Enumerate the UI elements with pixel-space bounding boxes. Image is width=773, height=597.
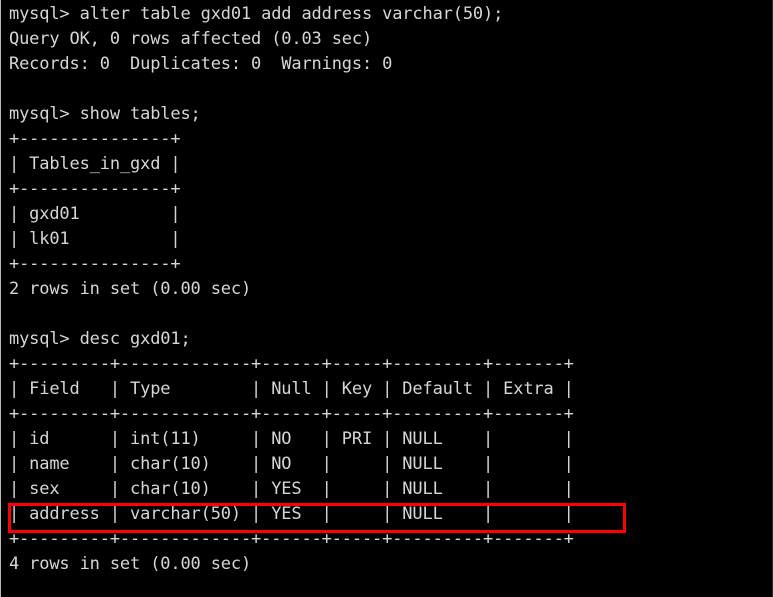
terminal-line-tables-border-mid: +---------------+: [9, 179, 181, 199]
terminal-line-desc-row-address: | address | varchar(50) | YES | | NULL |…: [9, 504, 574, 524]
terminal-line-desc-row-id: | id | int(11) | NO | PRI | NULL | |: [9, 429, 574, 449]
terminal-line-desc-border-mid: +---------+-------------+------+-----+--…: [9, 404, 574, 424]
terminal-line-tables-row-lk01: | lk01 |: [9, 229, 181, 249]
terminal-line-desc-rowcount: 4 rows in set (0.00 sec): [9, 554, 252, 574]
terminal-line-desc-row-name: | name | char(10) | NO | | NULL | |: [9, 454, 574, 474]
terminal-line-blank-1: [9, 77, 772, 102]
terminal-line-tables-header: | Tables_in_gxd |: [9, 154, 181, 174]
terminal-line-tables-border-top: +---------------+: [9, 129, 181, 149]
terminal-line-desc-border-bottom: +---------+-------------+------+-----+--…: [9, 529, 574, 549]
terminal-line-command-show-tables: mysql> show tables;: [9, 104, 201, 124]
terminal-line-tables-row-gxd01: | gxd01 |: [9, 204, 181, 224]
terminal-line-tables-rowcount: 2 rows in set (0.00 sec): [9, 279, 252, 299]
terminal-window[interactable]: mysql> alter table gxd01 add address var…: [0, 0, 773, 597]
terminal-line-query-ok: Query OK, 0 rows affected (0.03 sec): [9, 29, 373, 49]
terminal-line-records-summary: Records: 0 Duplicates: 0 Warnings: 0: [9, 54, 393, 74]
terminal-line-desc-row-sex: | sex | char(10) | YES | | NULL | |: [9, 479, 574, 499]
terminal-line-command-alter: mysql> alter table gxd01 add address var…: [9, 4, 504, 24]
terminal-line-desc-header: | Field | Type | Null | Key | Default | …: [9, 379, 574, 399]
terminal-line-blank-2: [9, 302, 772, 327]
terminal-line-tables-border-bottom: +---------------+: [9, 254, 181, 274]
terminal-line-command-desc: mysql> desc gxd01;: [9, 329, 191, 349]
terminal-line-desc-border-top: +---------+-------------+------+-----+--…: [9, 354, 574, 374]
